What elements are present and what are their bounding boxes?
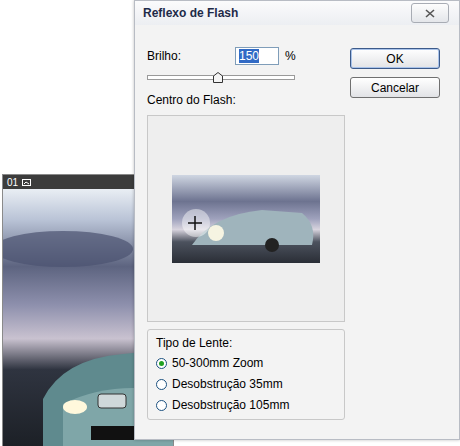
dialog-title: Reflexo de Flash (143, 6, 238, 20)
lens-option-label[interactable]: 50-300mm Zoom (172, 356, 263, 370)
lens-type-label: Tipo de Lente: (156, 336, 336, 350)
brightness-slider[interactable] (147, 71, 295, 83)
dialog-body: Brilho: 150% Centro do Flash: Tipo de Lente… (135, 25, 459, 420)
image-icon (22, 179, 31, 186)
brightness-thumb[interactable] (213, 72, 223, 83)
left-column: Brilho: 150% Centro do Flash: Tipo de Lente… (147, 45, 345, 420)
brightness-unit: % (285, 49, 296, 63)
brightness-value[interactable]: 150 (239, 49, 259, 63)
close-icon (425, 9, 435, 18)
lens-option[interactable]: 50-300mm Zoom (156, 355, 336, 371)
flash-center-label: Centro do Flash: (147, 93, 345, 107)
slider-thumb-icon (213, 72, 223, 83)
crosshair-icon (172, 175, 320, 263)
flash-dialog: Reflexo de Flash Brilho: 150% Centro do Fla… (134, 0, 460, 440)
cancel-button[interactable]: Cancelar (350, 77, 440, 98)
lens-option[interactable]: Desobstrução 105mm (156, 397, 336, 413)
preview-image[interactable] (172, 175, 320, 263)
ok-button[interactable]: OK (350, 48, 440, 69)
brightness-label: Brilho: (147, 49, 235, 63)
radio-dot (159, 361, 164, 366)
lens-option[interactable]: Desobstrução 35mm (156, 376, 336, 392)
lens-option-label[interactable]: Desobstrução 105mm (172, 398, 289, 412)
radio-button[interactable] (156, 379, 167, 390)
lens-option-label[interactable]: Desobstrução 35mm (172, 377, 283, 391)
title-bar: Reflexo de Flash (135, 1, 459, 25)
photo-label: 01 (7, 177, 18, 188)
lens-type-group: Tipo de Lente: 50-300mm Zoom Desobstrução … (147, 329, 345, 420)
flash-preview[interactable] (147, 115, 345, 322)
radio-button[interactable] (156, 358, 167, 369)
brightness-row: Brilho: 150% (147, 45, 345, 67)
button-column: OK Cancelar (350, 45, 440, 420)
close-button[interactable] (411, 3, 449, 23)
radio-button[interactable] (156, 400, 167, 411)
brightness-field[interactable]: 150 (235, 47, 279, 65)
